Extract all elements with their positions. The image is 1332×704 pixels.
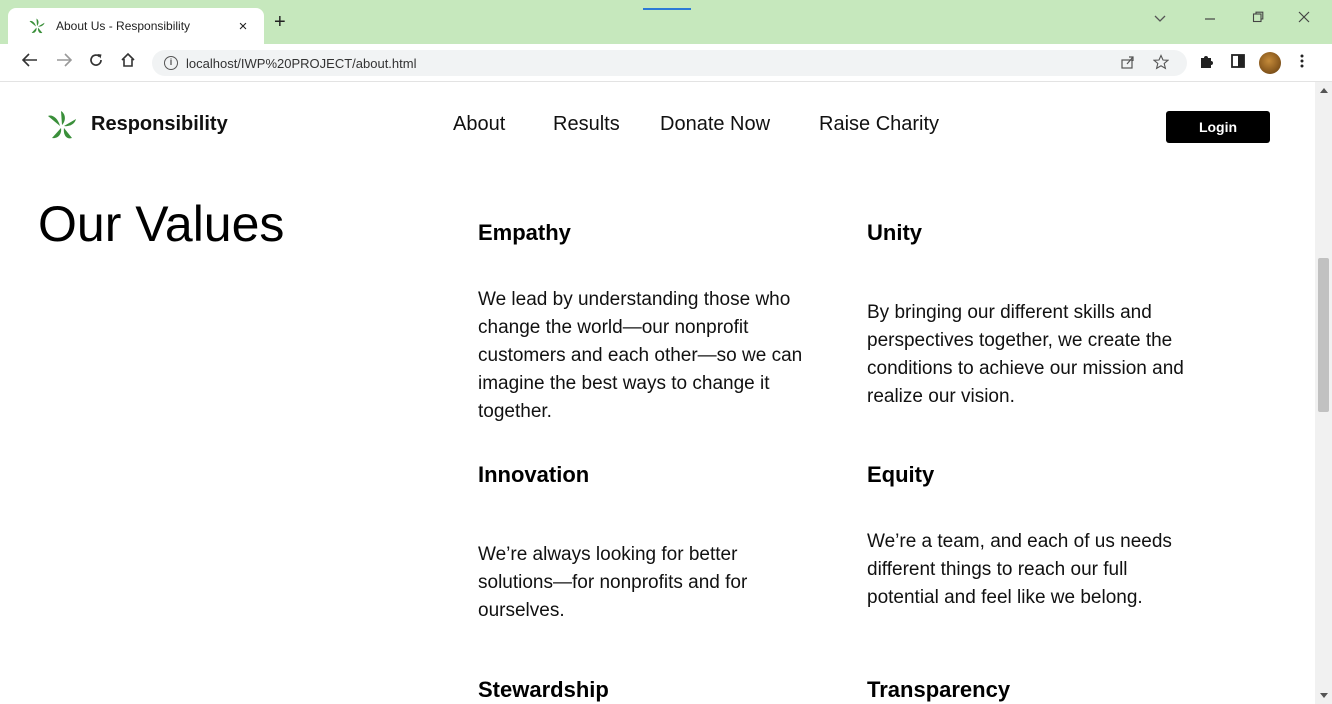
new-tab-button[interactable]: +: [274, 12, 286, 32]
profile-avatar[interactable]: [1259, 52, 1281, 74]
more-menu-icon[interactable]: [1299, 53, 1305, 74]
value-heading-unity: Unity: [867, 220, 922, 245]
value-heading-empathy: Empathy: [478, 220, 571, 245]
value-heading-stewardship: Stewardship: [478, 677, 609, 702]
values-title: Our Values: [38, 196, 285, 252]
value-heading-transparency: Transparency: [867, 677, 1011, 702]
brand-name[interactable]: Responsibility: [91, 113, 228, 136]
tab-search-chevron-icon[interactable]: [1138, 10, 1182, 26]
site-info-icon[interactable]: i: [164, 56, 178, 70]
side-panel-icon[interactable]: [1230, 53, 1246, 74]
value-heading-innovation: Innovation: [478, 462, 590, 487]
scroll-up-arrow-icon[interactable]: [1315, 86, 1332, 95]
value-heading-equity: Equity: [867, 462, 935, 487]
nav-link-raise-charity[interactable]: Raise Charity: [819, 113, 939, 136]
browser-tab[interactable]: About Us - Responsibility ×: [8, 8, 264, 44]
share-icon[interactable]: [1120, 54, 1136, 74]
value-body-empathy: We lead by understanding those who chang…: [478, 289, 803, 422]
nav-link-results[interactable]: Results: [553, 113, 620, 136]
leaf-logo-icon: [29, 18, 45, 34]
site-header: Responsibility About Results Donate Now …: [0, 82, 1315, 168]
browser-toolbar: i localhost/IWP%20PROJECT/about.html: [0, 44, 1332, 82]
tab-close-icon[interactable]: ×: [234, 18, 252, 35]
url-text[interactable]: localhost/IWP%20PROJECT/about.html: [186, 56, 416, 71]
minimize-icon[interactable]: [1188, 10, 1232, 26]
address-bar[interactable]: i localhost/IWP%20PROJECT/about.html: [152, 50, 1187, 76]
back-icon[interactable]: [20, 52, 40, 72]
value-body-unity: By bringing our different skills and per…: [867, 302, 1184, 407]
tab-title: About Us - Responsibility: [56, 19, 191, 33]
restore-icon[interactable]: [1236, 10, 1280, 26]
nav-link-donate-now[interactable]: Donate Now: [660, 113, 770, 136]
reload-icon[interactable]: [86, 52, 106, 73]
bookmark-star-icon[interactable]: [1152, 54, 1170, 74]
close-window-icon[interactable]: [1282, 10, 1326, 26]
value-body-innovation: We’re always looking for better solution…: [478, 544, 748, 621]
home-icon[interactable]: [118, 52, 138, 73]
leaf-logo-icon[interactable]: [46, 108, 78, 142]
tab-strip-indicator: [643, 8, 691, 10]
browser-tab-strip: About Us - Responsibility × +: [0, 0, 1332, 44]
scrollbar-thumb[interactable]: [1318, 258, 1329, 412]
value-body-equity: We’re a team, and each of us needs diffe…: [867, 531, 1172, 608]
scroll-down-arrow-icon[interactable]: [1315, 692, 1332, 701]
extensions-puzzle-icon[interactable]: [1198, 53, 1214, 74]
forward-icon[interactable]: [54, 52, 74, 72]
nav-link-about[interactable]: About: [453, 113, 505, 136]
login-button[interactable]: Login: [1166, 111, 1270, 143]
page-viewport: Responsibility About Results Donate Now …: [0, 82, 1315, 704]
page-scrollbar[interactable]: [1315, 82, 1332, 704]
